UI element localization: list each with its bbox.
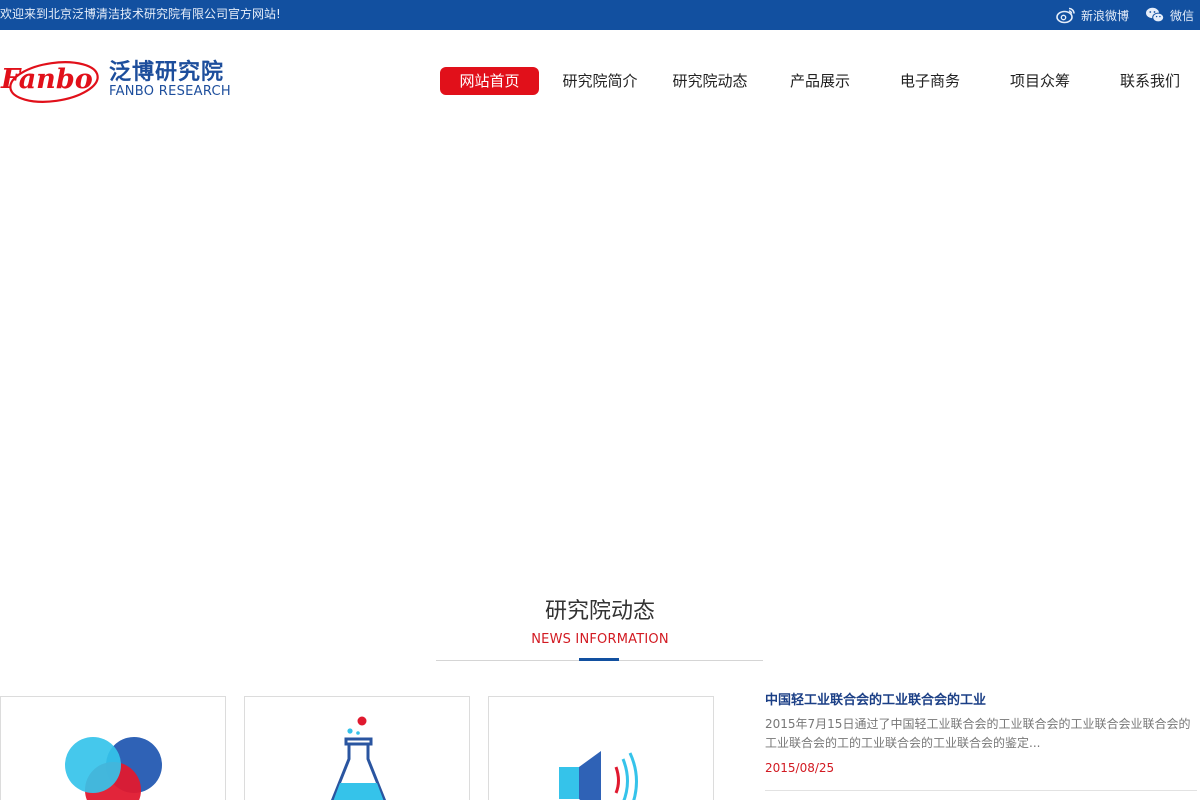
wechat-link[interactable]: 微信: [1145, 6, 1194, 24]
news-title[interactable]: 中国轻工业联合会的工业联合会的工业: [765, 692, 1197, 710]
overlapping-circles-icon: [65, 737, 162, 800]
nav-item-about[interactable]: 研究院简介: [556, 67, 644, 95]
brand-name-en: FANBO RESEARCH: [109, 84, 231, 99]
wechat-label: 微信: [1169, 8, 1194, 23]
feature-card-2[interactable]: [244, 696, 470, 800]
brand-name-cn: 泛博研究院: [109, 60, 225, 85]
fanbo-logo-mark: Fanbo: [0, 61, 99, 103]
feature-card-3[interactable]: [488, 696, 714, 800]
nav-item-contact[interactable]: 联系我们: [1110, 67, 1190, 95]
welcome-text: 欢迎来到北京泛博清洁技术研究院有限公司官方网站!: [0, 7, 281, 21]
speaker-icon: [559, 751, 638, 800]
news-date: 2015/08/25: [765, 761, 835, 775]
section-title: 研究院动态: [544, 599, 655, 624]
hero-banner: [0, 112, 1200, 582]
weibo-label: 新浪微博: [1080, 8, 1129, 23]
nav-item-ecommerce[interactable]: 电子商务: [890, 67, 970, 95]
section-subtitle: NEWS INFORMATION: [531, 632, 669, 647]
nav-item-products[interactable]: 产品展示: [780, 67, 860, 95]
flask-icon: [330, 716, 387, 800]
feature-card-1[interactable]: [0, 696, 226, 800]
news-divider: [765, 790, 1197, 791]
nav-item-crowdfunding[interactable]: 项目众筹: [1000, 67, 1080, 95]
social-links: 新浪微博 微信: [1056, 4, 1194, 26]
wechat-icon: [1145, 6, 1165, 24]
logo-mark-text: Fanbo: [0, 64, 93, 95]
nav-item-home[interactable]: 网站首页: [440, 67, 539, 95]
top-bar: 欢迎来到北京泛博清洁技术研究院有限公司官方网站! 新浪微博 微信: [0, 0, 1200, 30]
site-logo[interactable]: Fanbo 泛博研究院 FANBO RESEARCH: [0, 58, 260, 108]
news-description: 2015年7月15日通过了中国轻工业联合会的工业联合会的工业联合会业联合会的工业…: [765, 717, 1191, 750]
section-divider-accent: [579, 658, 619, 661]
nav-item-news[interactable]: 研究院动态: [666, 67, 754, 95]
weibo-link[interactable]: 新浪微博: [1056, 6, 1129, 24]
weibo-icon: [1056, 6, 1076, 24]
news-item: 中国轻工业联合会的工业联合会的工业 2015年7月15日通过了中国轻工业联合会的…: [765, 692, 1197, 776]
